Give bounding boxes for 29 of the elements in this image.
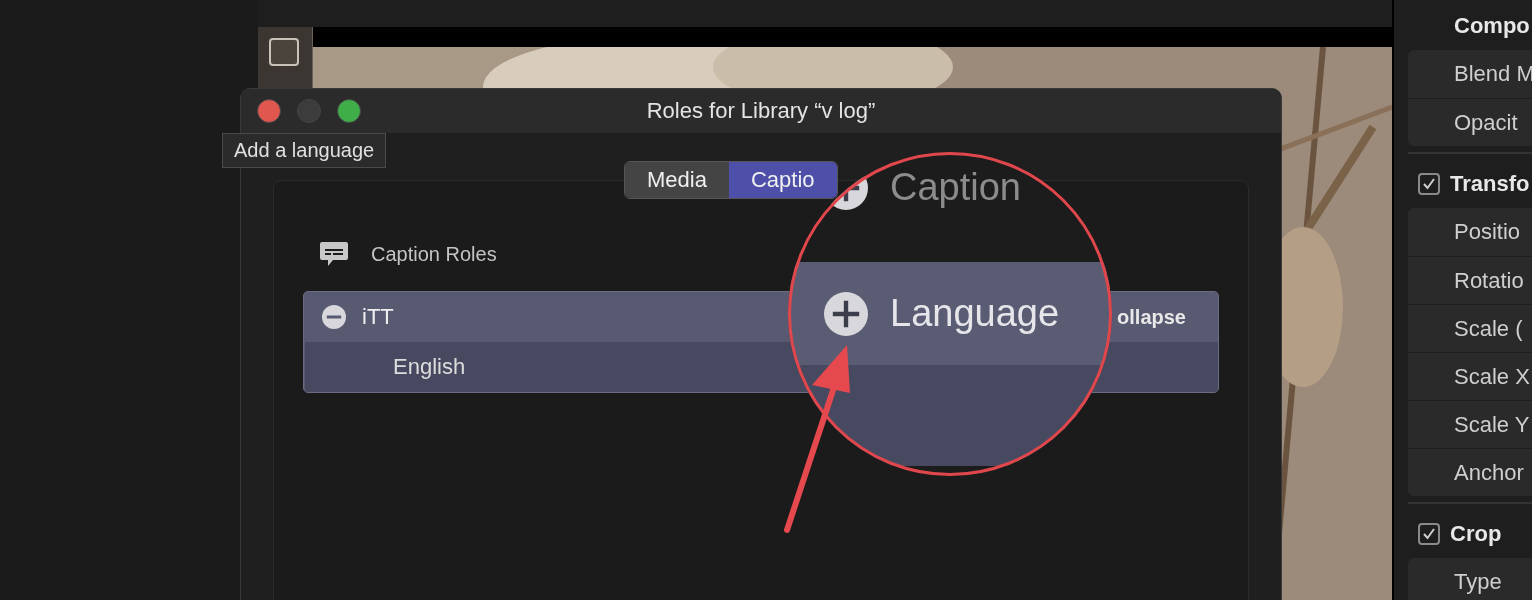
section-title: Caption Roles <box>371 242 497 266</box>
parameter-label: Scale Y <box>1408 400 1532 448</box>
collapse-button[interactable]: ollapse <box>1117 305 1186 329</box>
section-title: Compo <box>1454 13 1530 39</box>
checkmark-icon <box>1422 177 1436 191</box>
section-title: Transfo <box>1450 171 1530 197</box>
section-title: Crop <box>1450 521 1502 547</box>
parameter-label: Type <box>1453 568 1503 596</box>
tab[interactable]: Media <box>625 162 729 198</box>
magnified-heading: Caption <box>890 166 1021 209</box>
close-button[interactable] <box>257 99 281 123</box>
parameter-label: Opacit <box>1408 98 1532 146</box>
minus-icon[interactable] <box>322 305 346 329</box>
parameter-label: Rotatio <box>1408 256 1532 304</box>
role-name: iTT <box>362 304 394 330</box>
caption-icon <box>319 241 349 267</box>
zoom-button[interactable] <box>337 99 361 123</box>
window-title: Roles for Library “v log” <box>646 98 876 124</box>
checkbox[interactable] <box>1418 523 1440 545</box>
square-icon <box>269 38 299 66</box>
parameter-label: Scale ( <box>1408 304 1532 352</box>
language-label[interactable]: English <box>393 354 466 380</box>
tab[interactable]: Captio <box>728 162 837 198</box>
tooltip: Add a language <box>222 133 387 168</box>
parameter-label: Positio <box>1453 218 1522 246</box>
checkbox[interactable] <box>1418 173 1440 195</box>
parameter-label: Anchor <box>1408 448 1532 496</box>
parameter-label: Scale X <box>1408 352 1532 400</box>
checkmark-icon <box>1422 527 1436 541</box>
